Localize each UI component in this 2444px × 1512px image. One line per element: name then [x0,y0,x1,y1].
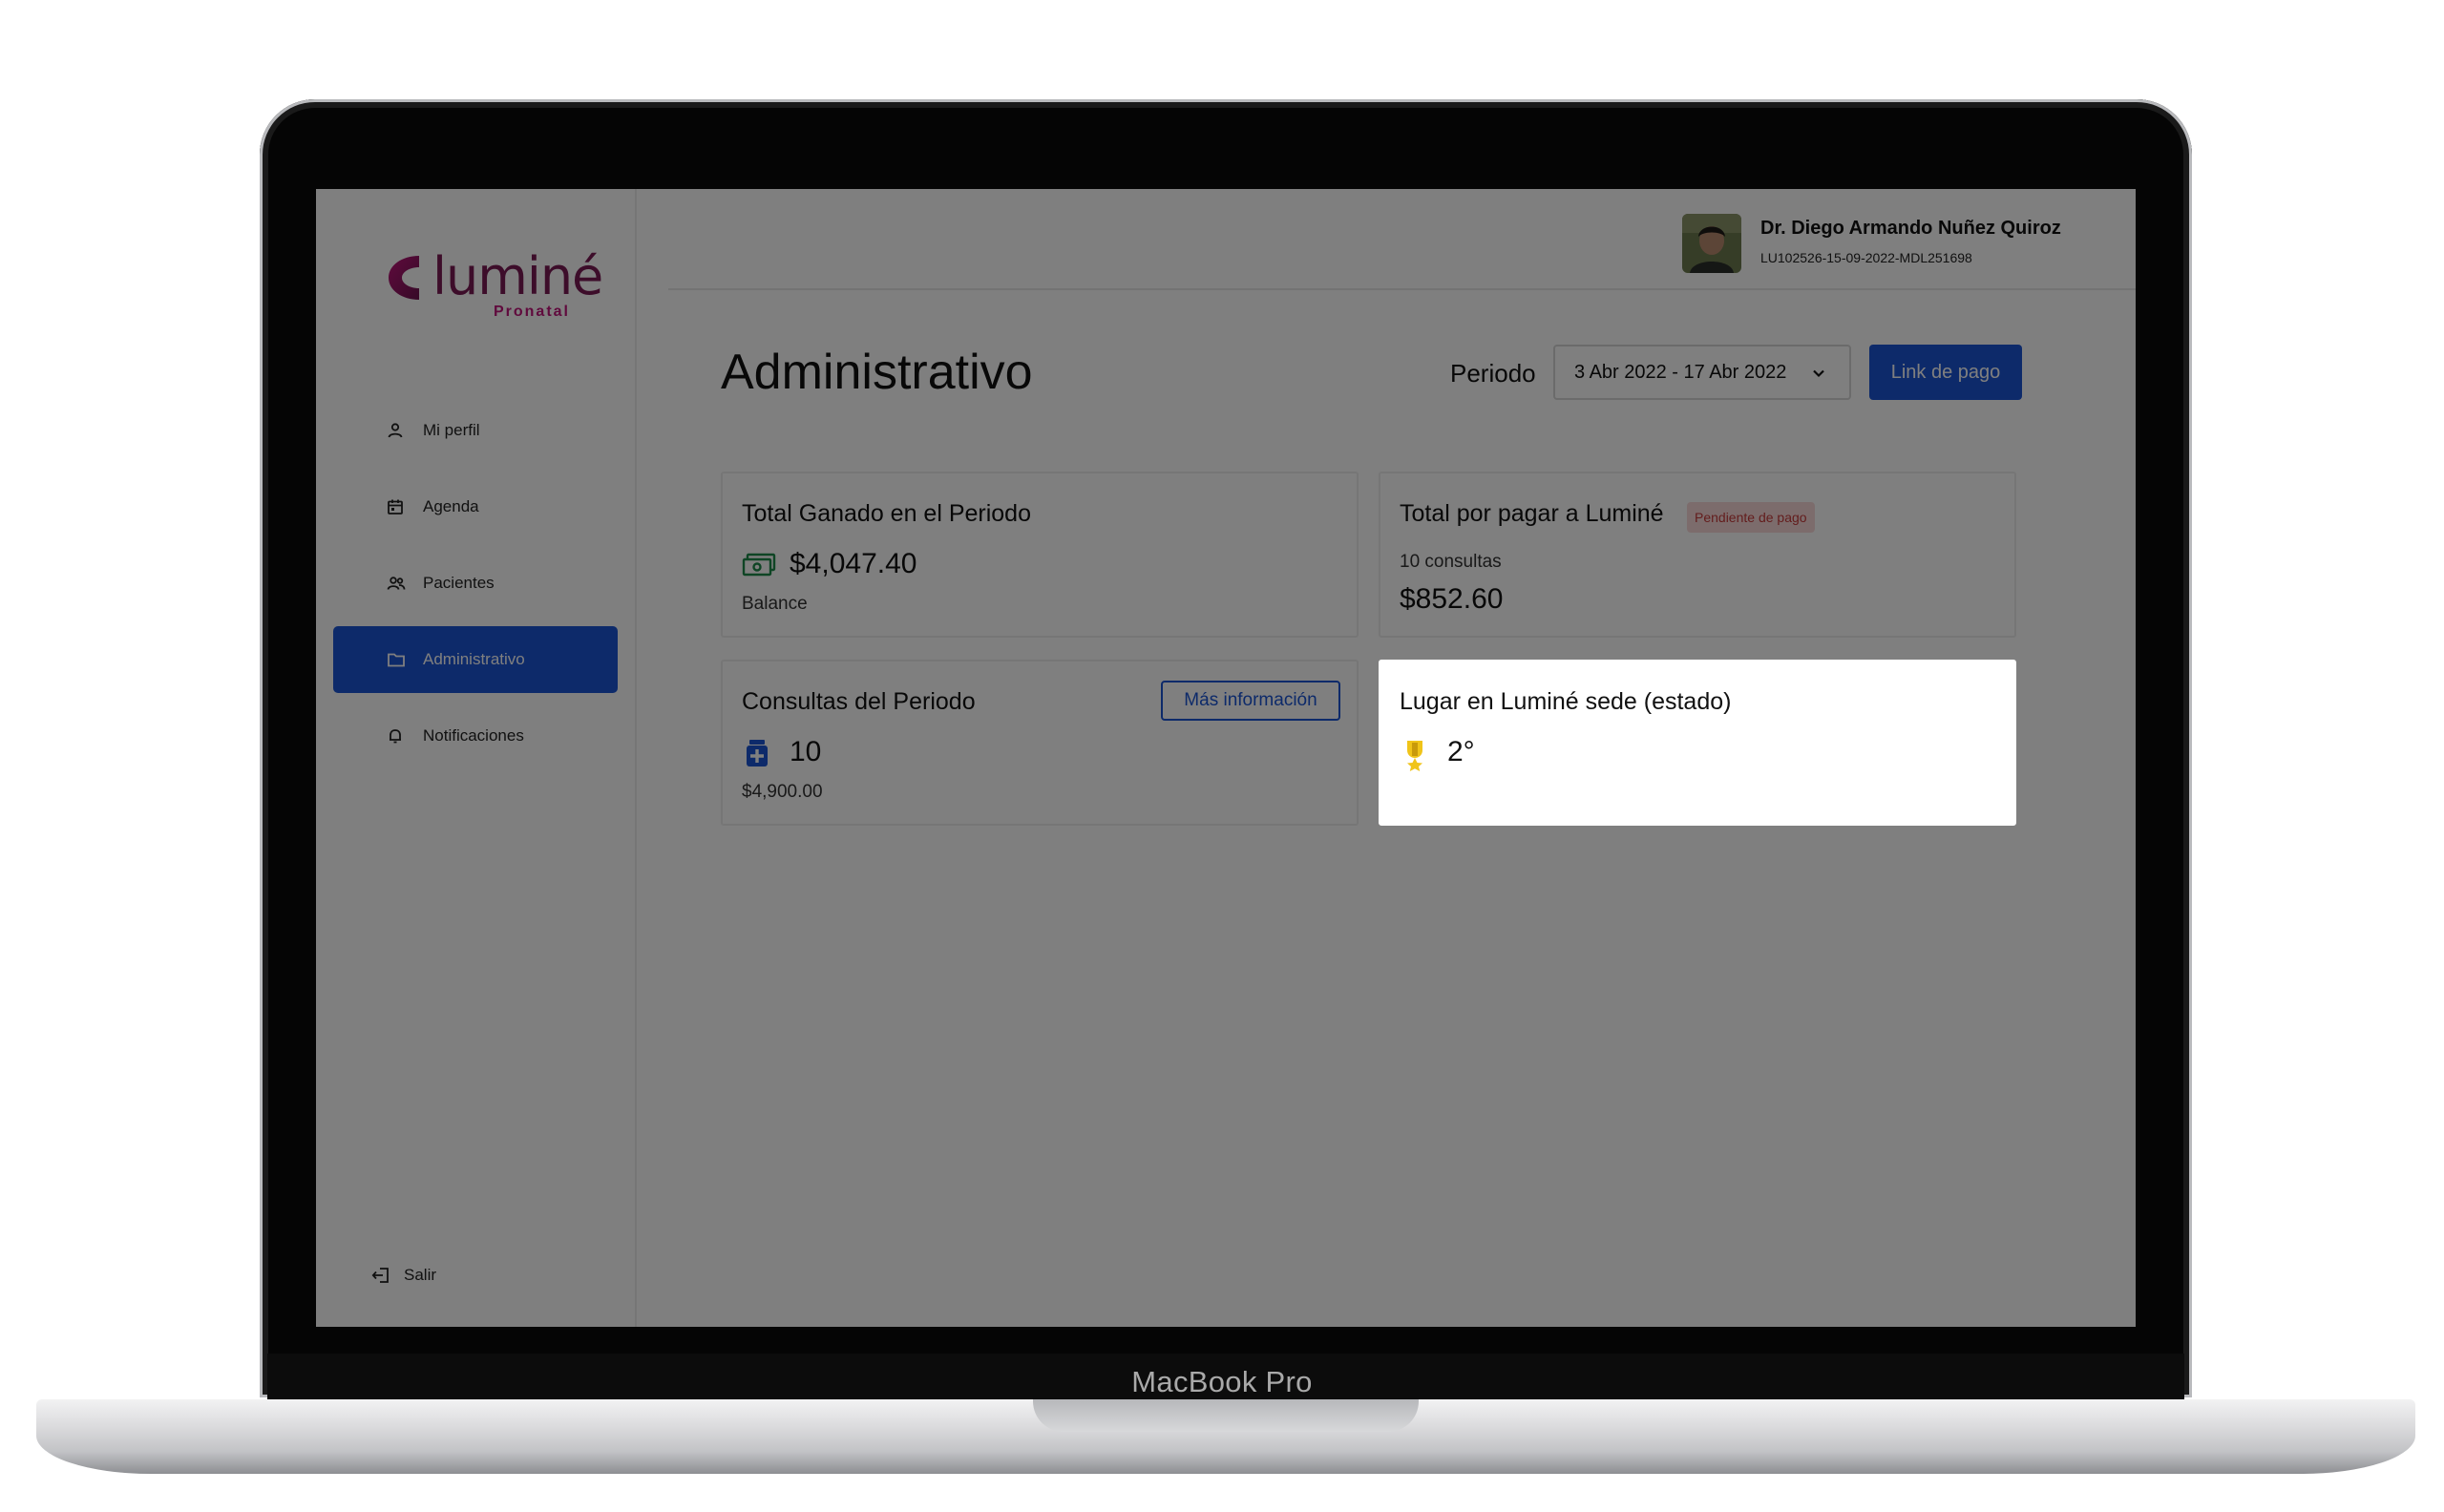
calendar-icon [387,497,406,516]
avatar[interactable] [1682,214,1741,273]
ranking-title: Lugar en Luminé sede (estado) [1400,688,1732,715]
to-pay-title: Total por pagar a Luminé [1400,500,1664,527]
earned-subtitle: Balance [742,594,808,614]
sidebar-item-label: Agenda [423,497,479,515]
sidebar-item-administrativo[interactable]: Administrativo [333,626,618,693]
ranking-value: 2° [1447,736,1475,767]
consults-title: Consultas del Periodo [742,688,976,715]
lumine-logo-icon [389,256,419,300]
sidebar-item-label: Mi perfil [423,421,480,439]
payment-link-button[interactable]: Link de pago [1869,345,2022,400]
app-screen: luminé Pronatal Mi perfil Agenda Pacient… [316,189,2136,1327]
sidebar: luminé Pronatal Mi perfil Agenda Pacient… [316,189,637,1327]
brand-subtitle: Pronatal [493,304,570,320]
user-id: LU102526-15-09-2022-MDL251698 [1760,250,1972,265]
users-icon [387,574,406,593]
earned-value: $4,047.40 [790,548,917,579]
medicine-icon [747,740,768,766]
top-bar [668,189,2136,290]
page-title: Administrativo [721,345,1033,400]
logout-label: Salir [404,1266,437,1284]
sidebar-item-notificaciones[interactable]: Notificaciones [333,703,618,769]
brand-name: luminé [432,246,603,306]
laptop-notch [1033,1399,1419,1432]
trophy-icon [1407,741,1422,771]
consults-card: Consultas del Periodo Más información 10… [721,660,1359,826]
chevron-down-icon [1813,369,1824,378]
to-pay-count: 10 consultas [1400,552,1502,572]
brand-logo[interactable]: luminé Pronatal [381,246,603,323]
device-label: MacBook Pro [1131,1365,1313,1398]
user-name: Dr. Diego Armando Nuñez Quiroz [1760,218,2061,239]
to-pay-value: $852.60 [1400,583,1504,615]
logout-button[interactable]: Salir [371,1266,436,1285]
sidebar-item-label: Pacientes [423,574,495,592]
status-badge: Pendiente de pago [1687,502,1815,533]
sidebar-item-pacientes[interactable]: Pacientes [333,550,618,617]
sidebar-item-label: Administrativo [423,650,525,668]
to-pay-card: Total por pagar a Luminé Pendiente de pa… [1379,472,2016,638]
period-value: 3 Abr 2022 - 17 Abr 2022 [1574,361,1787,383]
bell-icon [387,726,406,746]
earned-card: Total Ganado en el Periodo $4,047.40 Bal… [721,472,1359,638]
consults-value: 10 [790,736,822,767]
folder-icon [387,650,406,669]
earned-title: Total Ganado en el Periodo [742,500,1031,527]
sidebar-item-label: Notificaciones [423,726,524,745]
money-icon [742,553,776,577]
consults-subtitle: $4,900.00 [742,782,823,802]
sidebar-item-mi-perfil[interactable]: Mi perfil [333,397,618,464]
period-select[interactable]: 3 Abr 2022 - 17 Abr 2022 [1553,345,1851,400]
sidebar-item-agenda[interactable]: Agenda [333,473,618,540]
user-icon [387,421,406,440]
period-label: Periodo [1450,359,1536,388]
more-info-button[interactable]: Más información [1161,681,1340,721]
logout-icon [371,1266,390,1285]
ranking-card[interactable]: Lugar en Luminé sede (estado) 2° [1379,660,2016,826]
